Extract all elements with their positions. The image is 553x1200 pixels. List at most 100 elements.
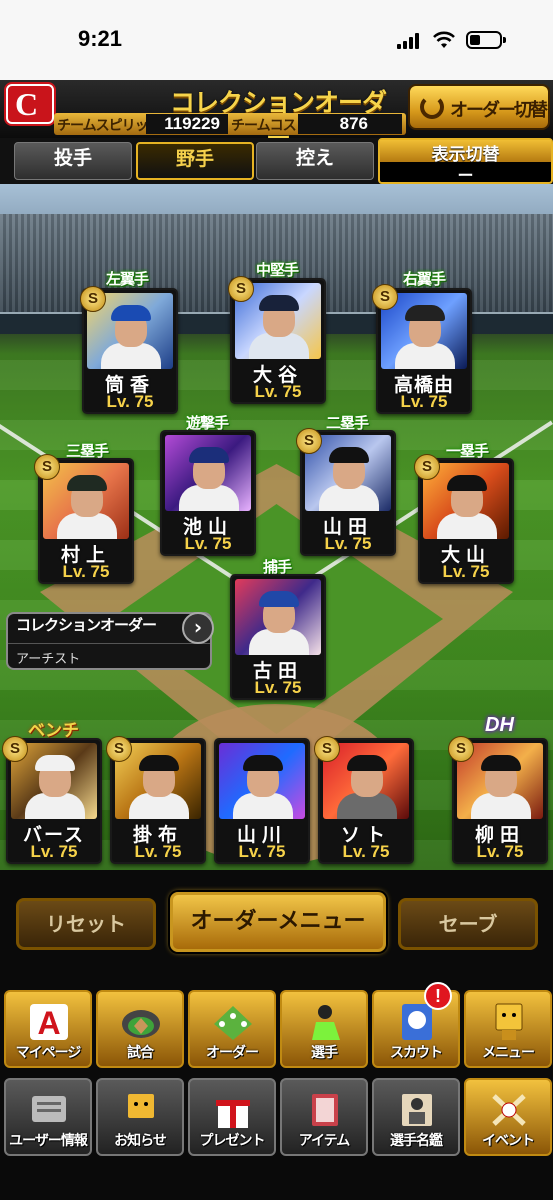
svg-text:A: A: [37, 1005, 60, 1041]
tab-reserve[interactable]: 控え: [256, 142, 374, 180]
player-level: Lv. 75: [254, 678, 302, 697]
player-card-ss[interactable]: 池山 Lv. 75: [160, 430, 256, 556]
rank-s-badge-icon: S: [414, 454, 440, 480]
menu-item-menu[interactable]: メニュー: [464, 990, 552, 1068]
menu-item-present[interactable]: プレゼント: [188, 1078, 276, 1156]
rank-s-badge-icon: S: [448, 736, 474, 762]
tab-fielder[interactable]: 野手: [136, 142, 254, 180]
position-tabs: 投手 野手 控え 表示切替 ー: [0, 138, 553, 185]
rank-s-badge-icon: S: [296, 428, 322, 454]
rank-s-badge-icon: S: [80, 286, 106, 312]
player-level: Lv. 75: [442, 562, 490, 581]
menu-item-item[interactable]: アイテム: [280, 1078, 368, 1156]
directory-icon: [402, 1094, 432, 1126]
notification-badge: !: [424, 982, 452, 1010]
team-stats-bar: チームスピリッツ 119229 チームコスト 876: [54, 113, 406, 135]
menu-label: スカウト: [390, 1045, 443, 1061]
player-card-c[interactable]: 古田 Lv. 75: [230, 574, 326, 700]
status-time: 9:21: [78, 26, 123, 51]
menu-label: 選手名鑑: [390, 1133, 443, 1149]
player-name: 大谷: [252, 364, 303, 386]
menu-label: プレゼント: [199, 1133, 266, 1149]
team-cost-value: 876: [298, 114, 402, 134]
chevron-right-icon[interactable]: ›: [182, 612, 214, 644]
menu-label: アイテム: [298, 1133, 351, 1149]
player-level: Lv. 75: [254, 382, 302, 401]
player-name: 筒香: [104, 374, 155, 396]
menu-icon: [495, 1003, 523, 1040]
player-level: Lv. 75: [400, 392, 448, 411]
rank-s-badge-icon: S: [106, 736, 132, 762]
player-level: Lv. 75: [324, 534, 372, 553]
dh-label: DH: [485, 714, 514, 736]
display-toggle-button[interactable]: 表示切替 ー: [378, 138, 553, 185]
player-name: 山田: [322, 516, 373, 538]
menu-item-player[interactable]: 選手: [280, 990, 368, 1068]
order-menu-button[interactable]: オーダーメニュー: [170, 892, 386, 952]
gift-icon: [216, 1100, 250, 1128]
main-menu-row: A マイページ 試合 オーダー 選手 スカウト メニュー: [0, 990, 553, 1070]
menu-label: ユーザー情報: [9, 1133, 88, 1149]
event-icon: [492, 1094, 526, 1126]
player-portrait: [165, 435, 251, 511]
menu-label: イベント: [482, 1133, 535, 1149]
save-button[interactable]: セーブ: [398, 898, 538, 950]
player-name: 掛布: [132, 824, 183, 846]
order-switch-button[interactable]: オーダー切替: [408, 84, 550, 130]
player-level: Lv. 75: [184, 534, 232, 553]
mypage-icon: A: [30, 1004, 68, 1041]
player-name: 柳田: [474, 824, 525, 846]
menu-item-mypage[interactable]: A マイページ: [4, 990, 92, 1068]
team-cost-label: チームコスト: [231, 118, 310, 134]
menu-label: 選手: [311, 1045, 338, 1061]
menu-label: 試合: [127, 1045, 154, 1061]
menu-item-news[interactable]: お知らせ: [96, 1078, 184, 1156]
status-bar: 9:21: [0, 0, 553, 80]
menu-label: マイページ: [15, 1045, 82, 1061]
player-name: 大山: [440, 544, 491, 566]
player-level: Lv. 75: [106, 392, 154, 411]
menu-item-game[interactable]: 試合: [96, 990, 184, 1068]
swap-icon: [420, 95, 444, 119]
collection-order-subtitle: アーチスト: [16, 652, 81, 667]
menu-item-order[interactable]: オーダー: [188, 990, 276, 1068]
screen-header: C コレクションオーダー チームスピリッツ 119229 チームコスト 876 …: [0, 80, 553, 153]
bench-card-3[interactable]: 山川 Lv. 75: [214, 738, 310, 864]
menu-label: オーダー: [206, 1045, 259, 1061]
rank-s-badge-icon: S: [34, 454, 60, 480]
tab-pitcher[interactable]: 投手: [14, 142, 132, 180]
reset-button[interactable]: リセット: [16, 898, 156, 950]
rank-s-badge-icon: S: [2, 736, 28, 762]
player-portrait: [219, 743, 305, 819]
sub-menu-row: ユーザー情報 お知らせ プレゼント アイテム 選手名鑑 イベント: [0, 1078, 553, 1158]
menu-item-event[interactable]: イベント: [464, 1078, 552, 1156]
player-name: 古田: [252, 660, 303, 682]
player-name: ソト: [340, 824, 391, 846]
order-icon: [214, 1006, 252, 1040]
rank-s-badge-icon: S: [228, 276, 254, 302]
player-level: Lv. 75: [238, 842, 286, 861]
menu-item-directory[interactable]: 選手名鑑: [372, 1078, 460, 1156]
player-icon: [312, 1005, 340, 1040]
player-level: Lv. 75: [342, 842, 390, 861]
collection-order-panel[interactable]: コレクションオーダー アーチスト ›: [6, 612, 214, 670]
rank-s-badge-icon: S: [372, 284, 398, 310]
player-level: Lv. 75: [30, 842, 78, 861]
player-portrait: [235, 579, 321, 655]
player-name: 山川: [236, 824, 287, 846]
menu-item-user-info[interactable]: ユーザー情報: [4, 1078, 92, 1156]
player-level: Lv. 75: [476, 842, 524, 861]
display-toggle-value: ー: [457, 166, 474, 185]
player-level: Lv. 75: [62, 562, 110, 581]
menu-label: メニュー: [482, 1045, 535, 1061]
item-icon: [312, 1094, 338, 1126]
team-logo-icon: C: [6, 84, 54, 124]
cellular-signal-icon: [397, 33, 421, 49]
menu-label: お知らせ: [114, 1133, 167, 1149]
order-switch-label: オーダー切替: [450, 100, 548, 121]
display-toggle-label: 表示切替: [380, 140, 551, 165]
player-name: 高橋由: [393, 374, 454, 396]
wifi-icon: [433, 31, 455, 48]
news-icon: [128, 1094, 154, 1118]
rank-s-badge-icon: S: [314, 736, 340, 762]
